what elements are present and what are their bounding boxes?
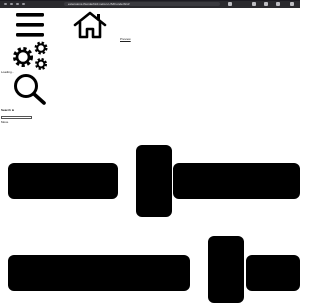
extensions-icon[interactable] xyxy=(252,2,256,6)
browser-toolbar: extensions.thunderbird.net/en-US/thunder… xyxy=(0,0,300,8)
slider-2-graphic xyxy=(8,236,300,303)
slider-1[interactable] xyxy=(8,145,300,217)
account-icon[interactable] xyxy=(264,2,268,6)
magnifier-icon[interactable] xyxy=(13,73,47,105)
slider-1-handle[interactable] xyxy=(136,145,172,217)
slider-2[interactable] xyxy=(8,236,300,303)
back-icon[interactable] xyxy=(4,3,7,5)
app-menu-icon[interactable] xyxy=(290,2,294,6)
library-icon[interactable] xyxy=(276,2,280,6)
gears-icon[interactable] xyxy=(10,40,50,70)
slider-1-graphic xyxy=(8,145,300,217)
forward-icon[interactable] xyxy=(10,3,13,5)
home-button-icon[interactable] xyxy=(22,3,25,5)
reload-icon[interactable] xyxy=(16,3,19,5)
hamburger-menu-icon[interactable] xyxy=(16,13,44,37)
home-icon[interactable] xyxy=(73,11,107,39)
move-label: Move xyxy=(1,120,9,124)
preview-link[interactable]: Preview xyxy=(120,37,131,41)
url-bar[interactable]: extensions.thunderbird.net/en-US/thunder… xyxy=(64,2,220,6)
search-input[interactable] xyxy=(1,116,32,119)
search-label: Search & xyxy=(1,108,15,112)
slider-2-handle[interactable] xyxy=(208,236,244,303)
tab-strip xyxy=(0,0,300,1)
bookmark-icon[interactable] xyxy=(228,2,232,6)
